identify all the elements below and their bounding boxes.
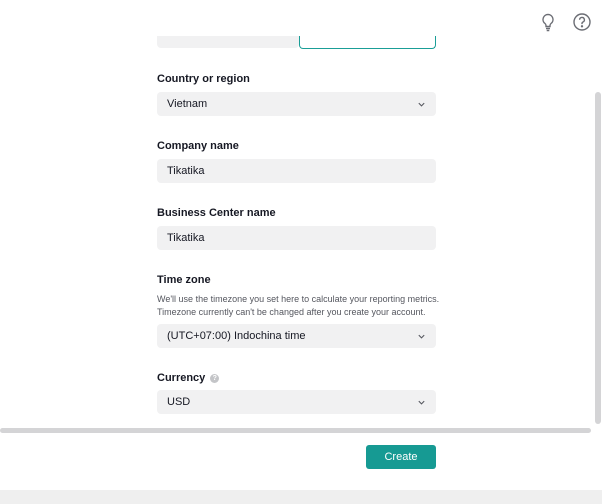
- horizontal-scrollbar[interactable]: [0, 428, 591, 433]
- create-business-center-page: Country or region Vietnam Company name B…: [0, 0, 602, 504]
- create-button[interactable]: Create: [366, 445, 436, 469]
- company-name-field[interactable]: [157, 159, 436, 183]
- top-icons: [538, 12, 592, 32]
- company-name-label: Company name: [157, 140, 239, 152]
- lightbulb-icon[interactable]: [538, 12, 558, 32]
- country-value: Vietnam: [167, 98, 208, 110]
- timezone-value: (UTC+07:00) Indochina time: [167, 330, 306, 342]
- currency-value: USD: [167, 396, 191, 408]
- business-center-name-input[interactable]: [167, 232, 426, 244]
- chevron-down-icon: [416, 99, 426, 109]
- chevron-down-icon: [416, 331, 426, 341]
- timezone-select[interactable]: (UTC+07:00) Indochina time: [157, 324, 436, 348]
- timezone-label: Time zone: [157, 274, 211, 286]
- business-center-name-field[interactable]: [157, 226, 436, 250]
- info-icon[interactable]: ?: [210, 373, 220, 383]
- segment-option-right-selected[interactable]: [299, 36, 436, 49]
- country-select[interactable]: Vietnam: [157, 92, 436, 116]
- business-center-name-label: Business Center name: [157, 207, 276, 219]
- segment-option-left[interactable]: [157, 36, 299, 48]
- vertical-scrollbar[interactable]: [595, 92, 601, 424]
- bottom-bar: [0, 490, 602, 504]
- country-label: Country or region: [157, 73, 250, 85]
- company-name-input[interactable]: [167, 165, 426, 177]
- chevron-down-icon: [416, 397, 426, 407]
- question-circle-icon[interactable]: [572, 12, 592, 32]
- currency-label: Currency ?: [157, 372, 220, 384]
- timezone-help-text: We'll use the timezone you set here to c…: [157, 294, 440, 317]
- currency-select[interactable]: USD: [157, 390, 436, 414]
